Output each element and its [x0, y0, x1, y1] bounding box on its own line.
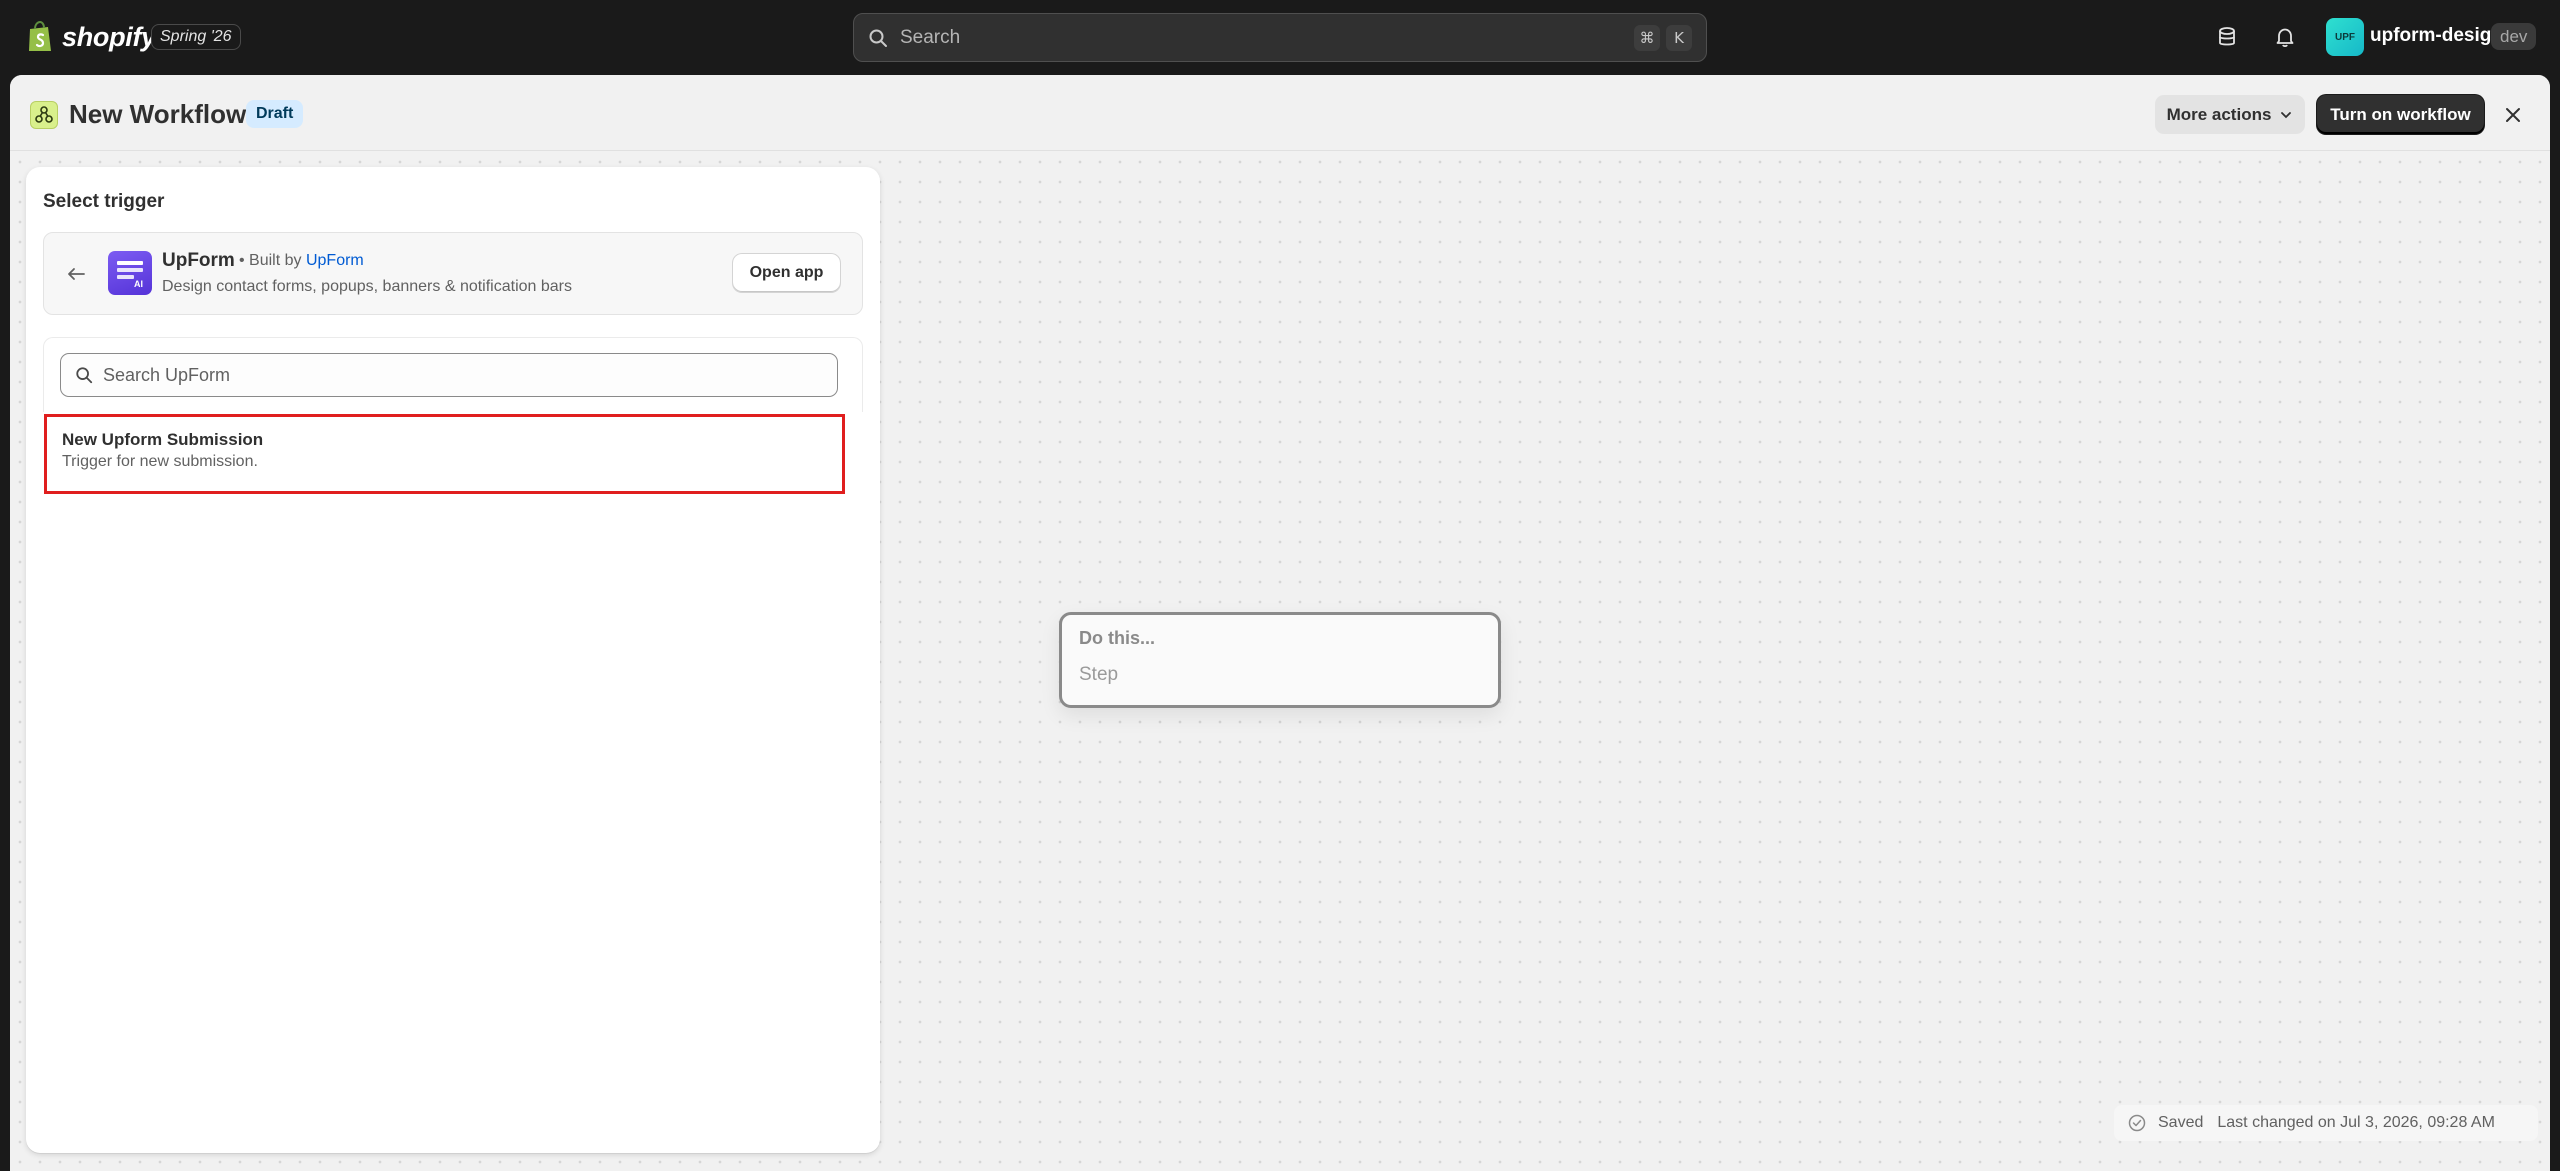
bell-icon[interactable] [2270, 22, 2300, 52]
database-icon[interactable] [2212, 22, 2242, 52]
app-description: Design contact forms, popups, banners & … [162, 278, 572, 295]
step-placeholder: Step [1079, 664, 1119, 685]
trigger-option-new-submission[interactable]: New Upform Submission Trigger for new su… [44, 414, 845, 494]
developer-link[interactable]: UpForm [306, 252, 364, 269]
shopify-logo[interactable]: shopify [26, 20, 156, 54]
more-actions-label: More actions [2166, 104, 2272, 124]
page-header: New Workflow Draft More actions Turn on … [10, 75, 2550, 151]
search-icon [76, 367, 93, 384]
close-icon[interactable] [2498, 100, 2528, 130]
brand-wordmark: shopify [62, 21, 156, 52]
edition-badge[interactable]: Spring '26 [151, 24, 241, 50]
shortcut-key-k: K [1666, 24, 1692, 51]
search-icon [869, 29, 887, 47]
top-bar: shopify Spring '26 Search ⌘ K UPF upform… [0, 0, 2560, 75]
global-search-placeholder: Search [900, 26, 961, 48]
select-trigger-panel: Select trigger AI UpForm • Built by UpFo… [26, 167, 880, 1153]
shopify-bag-icon [29, 21, 51, 51]
main-frame: New Workflow Draft More actions Turn on … [10, 75, 2550, 1171]
save-status: Saved Last changed on Jul 3, 2026, 09:28… [2114, 1105, 2538, 1141]
trigger-search-field[interactable] [60, 353, 838, 397]
upform-app-icon: AI [108, 251, 152, 295]
step-title: Do this... [1079, 628, 1155, 648]
trigger-search-input[interactable] [103, 364, 823, 386]
status-badge: Draft [246, 100, 304, 128]
saved-label: Saved [2158, 1114, 2204, 1131]
turn-on-workflow-button[interactable]: Turn on workflow [2317, 95, 2484, 134]
trigger-search-section [43, 337, 863, 412]
chevron-down-icon [2281, 111, 2292, 118]
last-changed-label: Last changed on Jul 3, 2026, 09:28 AM [2217, 1114, 2495, 1131]
page-title: New Workflow [69, 99, 247, 129]
store-name[interactable]: upform-design [2370, 25, 2503, 47]
panel-title: Select trigger [43, 191, 165, 212]
app-name: UpForm [162, 250, 235, 271]
built-by-prefix: • Built by [239, 252, 302, 269]
step-node[interactable]: Do this... Step [1059, 612, 1501, 708]
global-search[interactable]: Search ⌘ K [853, 13, 1707, 62]
env-badge: dev [2491, 23, 2537, 50]
open-app-button[interactable]: Open app [733, 254, 840, 292]
app-built-by: • Built by UpForm [239, 252, 364, 270]
back-arrow-icon[interactable] [62, 260, 90, 288]
check-circle-icon [2128, 1114, 2146, 1132]
trigger-name: New Upform Submission [62, 430, 264, 449]
svg-text:AI: AI [134, 279, 143, 289]
app-card: AI UpForm • Built by UpForm Design conta… [43, 232, 863, 315]
workflow-icon [30, 101, 58, 129]
more-actions-button[interactable]: More actions [2155, 95, 2305, 134]
store-avatar[interactable]: UPF [2326, 18, 2364, 56]
shortcut-key-cmd: ⌘ [1634, 24, 1660, 51]
trigger-description: Trigger for new submission. [62, 453, 258, 470]
